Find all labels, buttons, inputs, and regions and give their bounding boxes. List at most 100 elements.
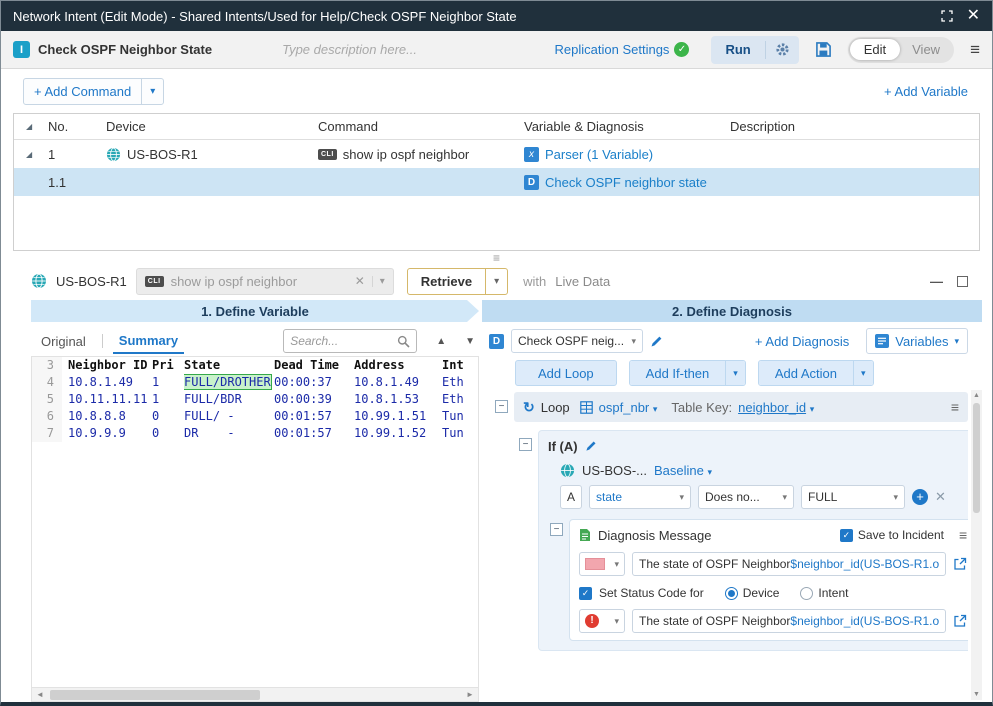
splitter-handle-icon[interactable]: ≡ bbox=[493, 252, 500, 264]
status-icon-select[interactable]: ! ▾ bbox=[579, 609, 625, 633]
add-loop-button[interactable]: Add Loop bbox=[515, 360, 617, 386]
scroll-down-icon[interactable]: ▼ bbox=[973, 689, 980, 700]
add-diagnosis-link[interactable]: + Add Diagnosis bbox=[755, 334, 849, 349]
add-ifthen-chevron-icon[interactable]: ▾ bbox=[725, 361, 745, 385]
remove-condition-icon[interactable]: ✕ bbox=[935, 489, 946, 505]
vertical-scrollbar[interactable]: ▲ ▼ bbox=[971, 390, 982, 700]
horizontal-scrollbar[interactable]: ◄ ► bbox=[31, 687, 479, 702]
search-input[interactable] bbox=[290, 334, 397, 348]
diagnosis-dropdown[interactable]: Check OSPF neig... ▾ bbox=[511, 329, 643, 353]
maximize-icon[interactable] bbox=[941, 10, 953, 22]
run-button[interactable]: Run bbox=[711, 42, 764, 57]
diagnosis-link[interactable]: Check OSPF neighbor state bbox=[545, 175, 707, 190]
tab-original[interactable]: Original bbox=[35, 330, 92, 353]
row-collapse-icon[interactable]: ◢ bbox=[18, 150, 32, 159]
scrollbar-thumb[interactable] bbox=[50, 690, 260, 700]
view-toggle[interactable]: View bbox=[900, 39, 952, 60]
add-variable-link[interactable]: + Add Variable bbox=[884, 84, 968, 99]
row-no: 1 bbox=[44, 147, 102, 162]
scroll-left-icon[interactable]: ◄ bbox=[32, 690, 48, 699]
prev-match-icon[interactable]: ▲ bbox=[436, 336, 446, 347]
scroll-right-icon[interactable]: ► bbox=[462, 690, 478, 699]
command-chevron-icon[interactable]: ▾ bbox=[372, 276, 385, 287]
add-condition-icon[interactable]: + bbox=[912, 489, 928, 505]
message-text-input[interactable]: The state of OSPF Neighbor $neighbor_id(… bbox=[632, 552, 946, 576]
replication-check-icon: ✓ bbox=[674, 42, 689, 57]
save-icon[interactable] bbox=[815, 41, 832, 58]
intent-radio[interactable] bbox=[800, 587, 813, 600]
replication-settings-link[interactable]: Replication Settings bbox=[555, 42, 670, 57]
add-command-button[interactable]: + Add Command ▾ bbox=[23, 78, 164, 105]
collapse-all-icon[interactable]: ◢ bbox=[18, 122, 32, 131]
run-settings-gear-icon[interactable] bbox=[766, 42, 799, 57]
retrieve-button[interactable]: Retrieve bbox=[408, 274, 485, 289]
condition-value-select[interactable]: FULL▾ bbox=[801, 485, 905, 509]
collapse-if-icon[interactable]: − bbox=[519, 438, 532, 451]
scrollbar-track[interactable] bbox=[971, 401, 982, 689]
retrieve-chevron-icon[interactable]: ▾ bbox=[486, 276, 507, 287]
clear-command-icon[interactable]: ✕ bbox=[355, 274, 365, 288]
expand-message-icon[interactable] bbox=[953, 614, 967, 628]
variables-icon bbox=[875, 334, 889, 348]
condition-operator-select[interactable]: Does no...▾ bbox=[698, 485, 794, 509]
device-radio-label: Device bbox=[743, 586, 780, 600]
edit-if-pencil-icon[interactable] bbox=[585, 440, 597, 452]
device-radio[interactable] bbox=[725, 587, 738, 600]
scrollbar-thumb[interactable] bbox=[973, 403, 980, 513]
command-selector[interactable]: CLI show ip ospf neighbor ✕ ▾ bbox=[136, 268, 394, 295]
collapse-loop-icon[interactable]: − bbox=[495, 400, 508, 413]
col-variable-diagnosis: Variable & Diagnosis bbox=[520, 119, 726, 134]
matched-state-highlight: FULL/DROTHER bbox=[184, 375, 271, 389]
variables-label: Variables bbox=[895, 334, 948, 349]
add-command-chevron-icon[interactable]: ▾ bbox=[142, 86, 163, 97]
collapse-message-icon[interactable]: − bbox=[550, 523, 563, 536]
baseline-dropdown[interactable]: Baseline ▾ bbox=[654, 463, 712, 478]
condition-variable-select[interactable]: state▾ bbox=[589, 485, 691, 509]
table-row-selected[interactable]: 1.1 D Check OSPF neighbor state bbox=[14, 168, 979, 196]
scroll-up-icon[interactable]: ▲ bbox=[973, 390, 980, 401]
loop-table-dropdown[interactable]: ospf_nbr ▾ bbox=[599, 400, 658, 415]
diagnosis-message-block: Diagnosis Message ✓ Save to Incident ≡ bbox=[569, 519, 968, 641]
message-color-select[interactable]: ▾ bbox=[579, 552, 625, 576]
expand-message-icon[interactable] bbox=[953, 557, 967, 571]
define-diagnosis-header: 2. Define Diagnosis bbox=[482, 300, 982, 322]
diagnosis-icon: D bbox=[524, 175, 539, 190]
table-key-dropdown[interactable]: neighbor_id ▾ bbox=[738, 400, 814, 415]
maximize-pane-icon[interactable] bbox=[957, 276, 968, 287]
message-variable: $neighbor_id(US-BOS-R1.o bbox=[790, 557, 939, 571]
description-input[interactable] bbox=[282, 42, 492, 57]
output-line: 6 10.8.8.8 0 FULL/ - 00:01:57 10.99.1.51… bbox=[32, 408, 478, 425]
minimize-pane-icon[interactable]: — bbox=[930, 274, 943, 289]
device-name: US-BOS-R1 bbox=[56, 274, 127, 289]
edit-toggle[interactable]: Edit bbox=[850, 39, 900, 60]
pane-buttons: — bbox=[930, 274, 968, 289]
search-icon[interactable] bbox=[397, 335, 410, 348]
parser-variable-icon: x bbox=[524, 147, 539, 162]
save-to-incident-checkbox[interactable]: ✓ bbox=[840, 529, 853, 542]
add-ifthen-button-group: Add If-then ▾ bbox=[629, 360, 746, 386]
output-line: 4 10.8.1.49 1 FULL/DROTHER 00:00:37 10.8… bbox=[32, 374, 478, 391]
loop-menu-icon[interactable]: ≡ bbox=[951, 399, 959, 415]
cli-icon: CLI bbox=[145, 276, 164, 287]
tab-summary[interactable]: Summary bbox=[113, 329, 184, 354]
horizontal-splitter: ≡ bbox=[1, 251, 992, 264]
close-icon[interactable]: ✕ bbox=[967, 8, 980, 24]
table-row[interactable]: ◢ 1 US-BOS-R1 CLI show ip ospf neighbor … bbox=[14, 140, 979, 168]
add-action-chevron-icon[interactable]: ▾ bbox=[853, 361, 873, 385]
parser-link[interactable]: Parser (1 Variable) bbox=[545, 147, 653, 162]
menu-icon[interactable]: ≡ bbox=[970, 40, 980, 60]
next-match-icon[interactable]: ▼ bbox=[465, 336, 475, 347]
message-menu-icon[interactable]: ≡ bbox=[959, 527, 967, 543]
edit-diagnosis-pencil-icon[interactable] bbox=[650, 335, 663, 348]
status-message-input[interactable]: The state of OSPF Neighbor $neighbor_id(… bbox=[632, 609, 946, 633]
scrollbar-track[interactable] bbox=[48, 688, 462, 701]
row-command-text: show ip ospf neighbor bbox=[343, 147, 469, 162]
intent-radio-label: Intent bbox=[818, 586, 848, 600]
output-line: 5 10.11.11.11 1 FULL/BDR 00:00:39 10.8.1… bbox=[32, 391, 478, 408]
variables-button[interactable]: Variables ▾ bbox=[866, 328, 968, 354]
add-action-button[interactable]: Add Action bbox=[759, 361, 853, 385]
variable-output-view: 3 Neighbor ID Pri State Dead Time Addres… bbox=[31, 356, 479, 687]
set-status-code-checkbox[interactable]: ✓ bbox=[579, 587, 592, 600]
edit-view-toggle: Edit View bbox=[848, 37, 954, 63]
add-ifthen-button[interactable]: Add If-then bbox=[630, 361, 726, 385]
